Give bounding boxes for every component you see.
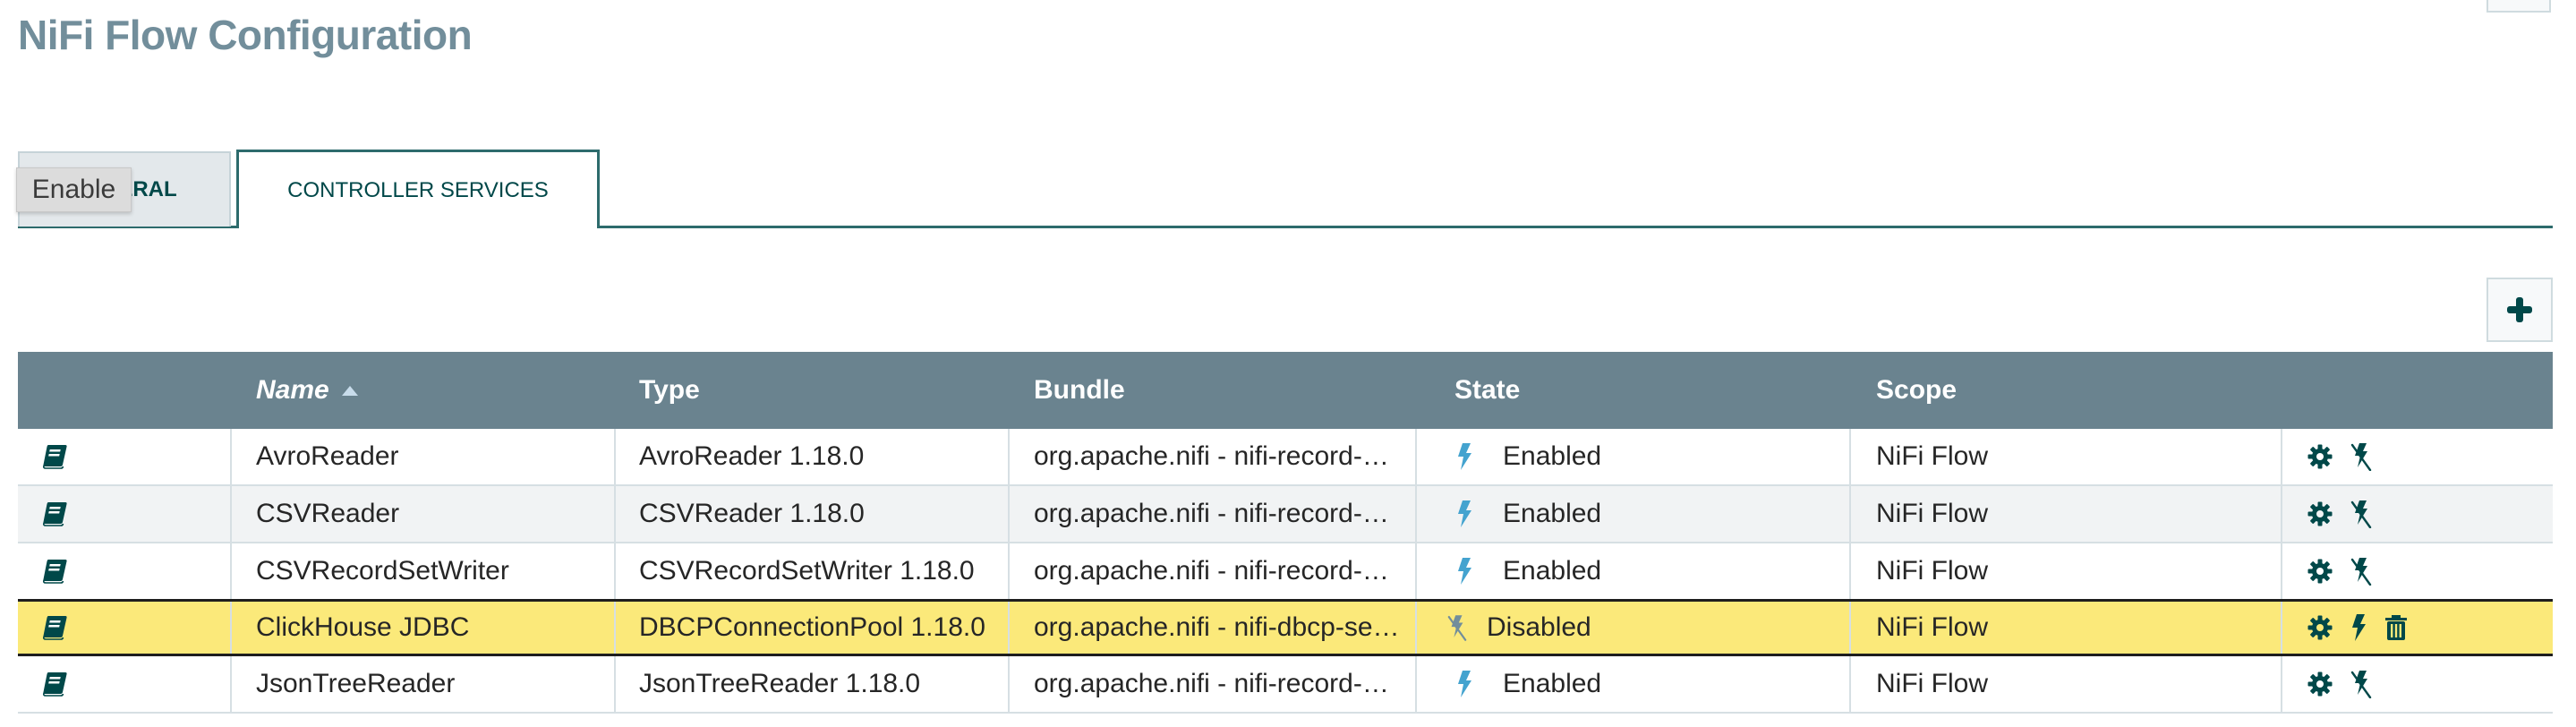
cell-actions xyxy=(2282,486,2553,542)
column-header-scope[interactable]: Scope xyxy=(1851,352,2282,429)
cell-state: Enabled xyxy=(1417,656,1851,712)
disabled-bolt-icon xyxy=(1447,615,1467,641)
plus-icon xyxy=(2507,297,2532,322)
cell-state: Enabled xyxy=(1417,543,1851,599)
disable-icon[interactable] xyxy=(2350,670,2372,698)
cell-scope: NiFi Flow xyxy=(1851,602,2282,654)
cell-state: Enabled xyxy=(1417,486,1851,542)
state-label: Disabled xyxy=(1487,612,1591,642)
cell-name: ClickHouse JDBC xyxy=(232,602,616,654)
table-row[interactable]: CSVRecordSetWriter CSVRecordSetWriter 1.… xyxy=(18,543,2553,601)
cell-bundle: org.apache.nifi - nifi-record-… xyxy=(1010,543,1417,599)
top-right-button[interactable] xyxy=(2486,0,2551,13)
cell-bundle: org.apache.nifi - nifi-dbcp-se… xyxy=(1010,602,1417,654)
cell-bundle: org.apache.nifi - nifi-record-… xyxy=(1010,656,1417,712)
cell-bundle: org.apache.nifi - nifi-record-… xyxy=(1010,486,1417,542)
column-header-name-label: Name xyxy=(256,375,329,405)
cell-scope: NiFi Flow xyxy=(1851,429,2282,484)
table-row[interactable]: JsonTreeReader JsonTreeReader 1.18.0 org… xyxy=(18,656,2553,714)
cell-actions xyxy=(2282,602,2553,654)
cell-name: AvroReader xyxy=(232,429,616,484)
book-icon[interactable] xyxy=(41,559,68,584)
cell-name: CSVRecordSetWriter xyxy=(232,543,616,599)
cell-actions xyxy=(2282,429,2553,484)
table-header: Name Type Bundle State Scope xyxy=(18,352,2553,429)
cell-state: Disabled xyxy=(1417,602,1851,654)
cell-type: JsonTreeReader 1.18.0 xyxy=(616,656,1010,712)
table-row[interactable]: AvroReader AvroReader 1.18.0 org.apache.… xyxy=(18,429,2553,486)
tooltip: Enable xyxy=(16,167,132,212)
table-row[interactable]: ClickHouse JDBC DBCPConnectionPool 1.18.… xyxy=(18,599,2553,656)
column-header-actions xyxy=(2282,352,2553,429)
book-icon[interactable] xyxy=(41,501,68,526)
state-label: Enabled xyxy=(1503,441,1602,471)
column-header-icon xyxy=(18,352,232,429)
state-label: Enabled xyxy=(1503,556,1602,586)
cell-name: JsonTreeReader xyxy=(232,656,616,712)
page-title: NiFi Flow Configuration xyxy=(18,12,473,58)
gear-icon[interactable] xyxy=(2307,671,2333,697)
trash-icon[interactable] xyxy=(2384,614,2408,641)
tab-controller-services[interactable]: Controller Services xyxy=(236,150,600,228)
enabled-bolt-icon xyxy=(1458,671,1471,697)
cell-scope: NiFi Flow xyxy=(1851,486,2282,542)
cell-state: Enabled xyxy=(1417,429,1851,484)
gear-icon[interactable] xyxy=(2307,559,2333,584)
disable-icon[interactable] xyxy=(2350,500,2372,528)
disable-icon[interactable] xyxy=(2350,557,2372,586)
column-header-state[interactable]: State xyxy=(1417,352,1851,429)
disable-icon[interactable] xyxy=(2350,442,2372,471)
controller-services-table: Name Type Bundle State Scope AvroReader … xyxy=(18,352,2553,714)
cell-type: DBCPConnectionPool 1.18.0 xyxy=(616,602,1010,654)
book-icon[interactable] xyxy=(41,444,68,469)
add-controller-service-button[interactable] xyxy=(2486,278,2553,342)
column-header-type[interactable]: Type xyxy=(616,352,1010,429)
enabled-bolt-icon xyxy=(1458,500,1471,527)
gear-icon[interactable] xyxy=(2307,444,2333,469)
cell-scope: NiFi Flow xyxy=(1851,656,2282,712)
sort-ascending-icon xyxy=(341,385,358,396)
enable-icon[interactable] xyxy=(2350,614,2367,641)
enabled-bolt-icon xyxy=(1458,443,1471,470)
column-header-name[interactable]: Name xyxy=(232,352,616,429)
cell-actions xyxy=(2282,656,2553,712)
cell-type: AvroReader 1.18.0 xyxy=(616,429,1010,484)
cell-bundle: org.apache.nifi - nifi-record-… xyxy=(1010,429,1417,484)
enabled-bolt-icon xyxy=(1458,558,1471,585)
cell-actions xyxy=(2282,543,2553,599)
book-icon[interactable] xyxy=(41,671,68,697)
column-header-bundle[interactable]: Bundle xyxy=(1010,352,1417,429)
state-label: Enabled xyxy=(1503,499,1602,528)
cell-name: CSVReader xyxy=(232,486,616,542)
state-label: Enabled xyxy=(1503,669,1602,698)
table-row[interactable]: CSVReader CSVReader 1.18.0 org.apache.ni… xyxy=(18,486,2553,543)
cell-type: CSVReader 1.18.0 xyxy=(616,486,1010,542)
gear-icon[interactable] xyxy=(2307,615,2333,640)
cell-scope: NiFi Flow xyxy=(1851,543,2282,599)
tab-controller-services-label: Controller Services xyxy=(287,177,549,202)
gear-icon[interactable] xyxy=(2307,501,2333,526)
book-icon[interactable] xyxy=(41,615,68,640)
cell-type: CSVRecordSetWriter 1.18.0 xyxy=(616,543,1010,599)
